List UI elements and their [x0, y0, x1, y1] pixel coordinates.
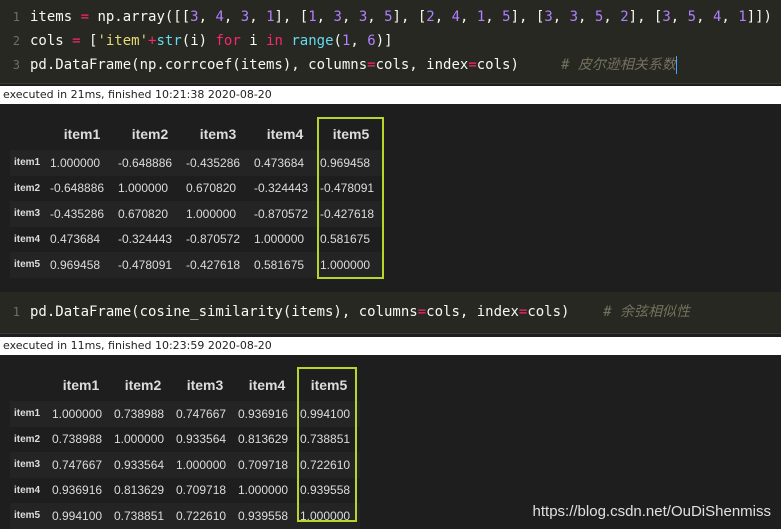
row-index: item1	[10, 150, 48, 176]
output-area-2: item1 item2 item3 item4 item5 item1 1.000…	[0, 355, 781, 529]
table-cell: 0.709718	[176, 483, 227, 498]
highlight-box-item5	[297, 367, 357, 522]
table-cell: -0.870572	[252, 201, 318, 227]
table-cell: -0.324443	[118, 232, 173, 247]
table-cell: 0.939558	[236, 503, 298, 529]
row-index: item5	[10, 503, 50, 529]
column-header: item2	[131, 126, 169, 142]
table-cell: -0.435286	[184, 150, 252, 176]
watermark-text: https://blog.csdn.net/OuDiShenmiss	[532, 503, 771, 520]
line-number: 3	[12, 58, 20, 72]
code-text: pd.DataFrame(np.corrcoef(items), columns…	[30, 56, 677, 74]
execution-info-1: executed in 21ms, finished 10:21:38 2020…	[0, 86, 781, 104]
table-cell: 0.936916	[236, 401, 298, 427]
table-cell: 0.936916	[52, 483, 103, 498]
code-cell-1[interactable]: 1 items = np.array([[3, 4, 3, 1], [1, 3,…	[0, 0, 781, 84]
table-cell: 1.000000	[50, 401, 112, 427]
row-index: item4	[14, 484, 41, 496]
column-header: item4	[248, 377, 286, 393]
table-cell: 1.000000	[118, 181, 169, 196]
table-cell: 0.670820	[116, 201, 184, 227]
table-cell: -0.435286	[48, 201, 116, 227]
output-area-1: item1 item2 item3 item4 item5 item1 1.000…	[0, 104, 781, 284]
table-cell: 0.738988	[112, 401, 174, 427]
table-cell: -0.648886	[50, 181, 105, 196]
column-header: item1	[62, 377, 100, 393]
table-cell: 0.813629	[114, 483, 165, 498]
row-index: item1	[10, 401, 50, 427]
code-line-3[interactable]: 3 pd.DataFrame(np.corrcoef(items), colum…	[0, 53, 781, 77]
column-header: item3	[186, 377, 224, 393]
table-cell: 1.000000	[174, 452, 236, 478]
line-number: 2	[12, 34, 20, 48]
code-cell-2[interactable]: 1 pd.DataFrame(cosine_similarity(items),…	[0, 292, 781, 334]
execution-info-2: executed in 11ms, finished 10:23:59 2020…	[0, 337, 781, 355]
table-cell: -0.478091	[116, 252, 184, 278]
column-header: item2	[124, 377, 162, 393]
line-number: 1	[12, 10, 20, 24]
table-cell: -0.324443	[254, 181, 309, 196]
table-cell: 0.933564	[112, 452, 174, 478]
table-cell: 0.581675	[252, 252, 318, 278]
row-index: item3	[10, 452, 50, 478]
table-cell: 0.709718	[236, 452, 298, 478]
table-cell: -0.870572	[186, 232, 241, 247]
table-cell: -0.648886	[116, 150, 184, 176]
code-text: pd.DataFrame(cosine_similarity(items), c…	[30, 304, 691, 320]
row-index: item4	[14, 233, 41, 245]
line-number: 1	[12, 305, 20, 319]
index-header	[10, 118, 48, 150]
table-cell: 0.738851	[112, 503, 174, 529]
table-cell: -0.427618	[184, 252, 252, 278]
table-cell: 0.670820	[186, 181, 237, 196]
code-line-1[interactable]: 1 pd.DataFrame(cosine_similarity(items),…	[0, 300, 781, 324]
code-comment: # 皮尔逊相关系数	[561, 57, 676, 73]
code-line-1[interactable]: 1 items = np.array([[3, 4, 3, 1], [1, 3,…	[0, 5, 781, 29]
column-header: item3	[199, 126, 237, 142]
table-cell: 1.000000	[114, 432, 165, 447]
index-header	[10, 369, 50, 401]
column-header: item1	[63, 126, 101, 142]
highlight-box-item5	[317, 117, 384, 279]
column-header: item4	[266, 126, 304, 142]
table-cell: 0.933564	[176, 432, 227, 447]
code-comment: # 余弦相似性	[603, 304, 691, 320]
code-text: cols = ['item'+str(i) for i in range(1, …	[30, 33, 393, 49]
row-index: item3	[10, 201, 48, 227]
table-cell: 1.000000	[254, 232, 305, 247]
table-cell: 0.473684	[252, 150, 318, 176]
table-cell: 0.969458	[48, 252, 116, 278]
table-cell: 0.722610	[174, 503, 236, 529]
table-cell: 0.994100	[50, 503, 112, 529]
table-cell: 0.473684	[50, 232, 101, 247]
table-cell: 0.747667	[50, 452, 112, 478]
text-cursor	[675, 56, 677, 74]
row-index: item2	[14, 433, 41, 445]
row-index: item2	[14, 182, 41, 194]
table-cell: 1.000000	[184, 201, 252, 227]
table-cell: 1.000000	[238, 483, 289, 498]
code-line-2[interactable]: 2 cols = ['item'+str(i) for i in range(1…	[0, 29, 781, 53]
table-cell: 1.000000	[48, 150, 116, 176]
table-cell: 0.747667	[174, 401, 236, 427]
row-index: item5	[10, 252, 48, 278]
code-text: items = np.array([[3, 4, 3, 1], [1, 3, 3…	[30, 9, 772, 25]
table-cell: 0.813629	[238, 432, 289, 447]
table-cell: 0.738988	[52, 432, 103, 447]
